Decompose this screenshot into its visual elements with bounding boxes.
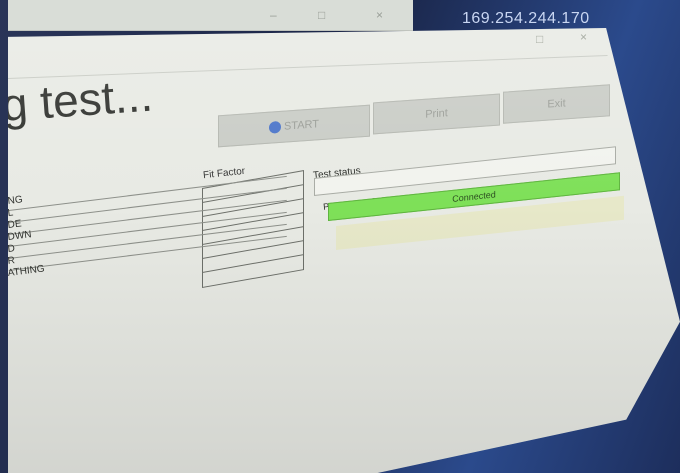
background-window: – □ × [8, 0, 413, 31]
ip-address-text: 169.254.244.170 [462, 10, 590, 27]
maximize-icon[interactable]: □ [536, 32, 543, 46]
start-label: START [283, 118, 320, 133]
minimize-icon[interactable]: – [270, 8, 290, 22]
print-button[interactable]: Print [373, 93, 500, 135]
close-icon[interactable]: × [580, 30, 587, 44]
fit-test-window: □ × g test... START Print Exit Fit Facto… [8, 28, 680, 473]
maximize-icon[interactable]: □ [318, 8, 338, 22]
start-button[interactable]: START [218, 104, 370, 148]
page-title: g test... [0, 68, 155, 131]
exit-button[interactable]: Exit [503, 84, 610, 124]
start-icon [268, 121, 281, 134]
close-icon[interactable]: × [376, 8, 396, 22]
